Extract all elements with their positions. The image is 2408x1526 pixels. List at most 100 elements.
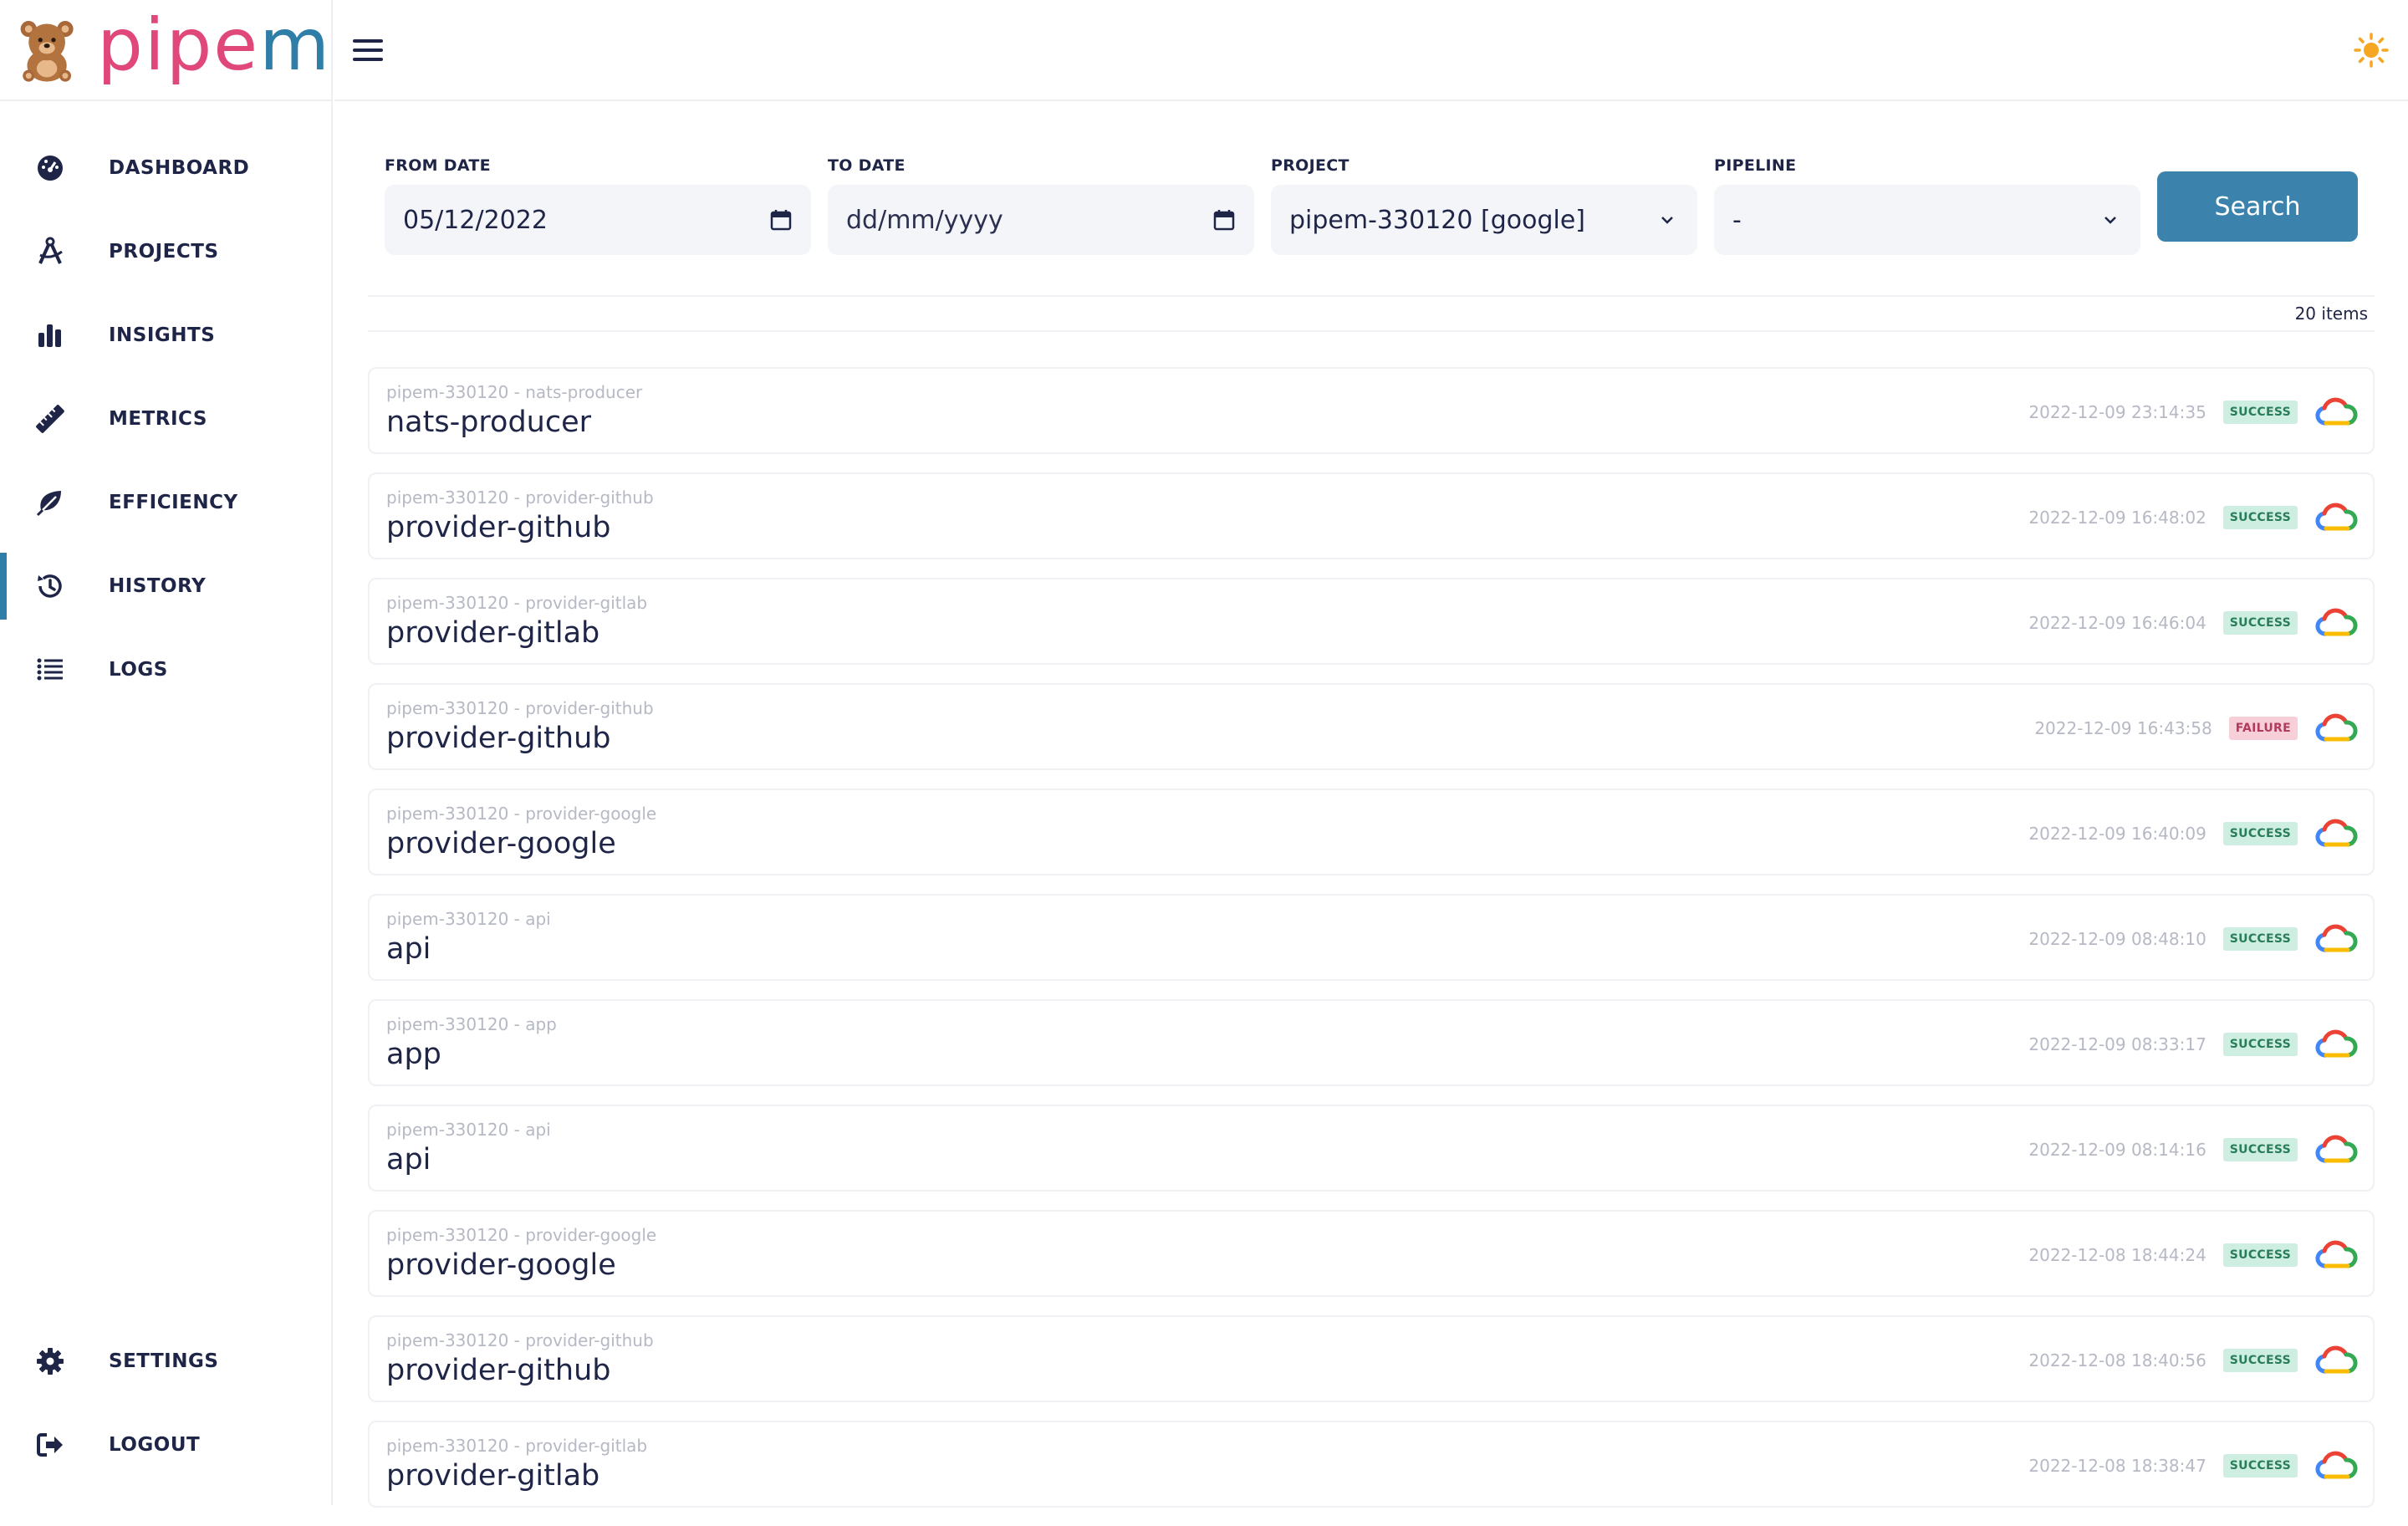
google-cloud-icon xyxy=(2314,712,2358,745)
sidebar-item-label: SETTINGS xyxy=(109,1350,218,1372)
sidebar-item-dashboard[interactable]: DASHBOARD xyxy=(0,126,331,210)
sidebar-item-metrics[interactable]: METRICS xyxy=(0,377,331,461)
sidebar-item-logs[interactable]: LOGS xyxy=(0,628,331,712)
google-cloud-icon xyxy=(2314,396,2358,429)
sidebar-item-projects[interactable]: PROJECTS xyxy=(0,210,331,293)
run-timestamp: 2022-12-09 23:14:35 xyxy=(2028,402,2206,422)
pipeline-run-row[interactable]: pipem-330120 - provider-github provider-… xyxy=(368,1315,2375,1402)
chevron-down-icon xyxy=(1656,208,1679,232)
run-meta: 2022-12-09 16:40:09 SUCCESS xyxy=(2028,814,2358,854)
project-select[interactable]: pipem-330120 [google] xyxy=(1271,185,1697,255)
pipeline-run-list: pipem-330120 - nats-producer nats-produc… xyxy=(368,367,2375,1526)
run-title: provider-gitlab xyxy=(386,1459,599,1493)
run-subtitle: pipem-330120 - provider-github xyxy=(386,1330,654,1350)
sun-icon[interactable] xyxy=(2353,32,2390,69)
sidebar-item-settings[interactable]: SETTINGS xyxy=(0,1319,331,1403)
run-meta: 2022-12-09 16:48:02 SUCCESS xyxy=(2028,498,2358,538)
google-cloud-icon xyxy=(2314,1028,2358,1061)
calendar-icon[interactable] xyxy=(1212,208,1236,232)
run-meta: 2022-12-08 18:38:47 SUCCESS xyxy=(2028,1446,2358,1486)
run-subtitle: pipem-330120 - api xyxy=(386,909,551,929)
gear-icon xyxy=(33,1345,67,1378)
run-timestamp: 2022-12-08 18:44:24 xyxy=(2028,1245,2206,1265)
from-date-input[interactable]: 05/12/2022 xyxy=(385,185,811,255)
calendar-icon[interactable] xyxy=(769,208,793,232)
hamburger-menu-icon[interactable] xyxy=(351,33,385,67)
sidebar-item-logout[interactable]: LOGOUT xyxy=(0,1403,331,1487)
pipeline-run-row[interactable]: pipem-330120 - api api 2022-12-09 08:48:… xyxy=(368,894,2375,981)
search-button[interactable]: Search xyxy=(2157,171,2358,242)
google-cloud-icon xyxy=(2314,922,2358,956)
run-title: app xyxy=(386,1038,441,1071)
status-badge: SUCCESS xyxy=(2223,927,2298,951)
google-cloud-icon xyxy=(2314,606,2358,640)
bear-logo-icon xyxy=(18,14,75,86)
run-timestamp: 2022-12-09 08:48:10 xyxy=(2028,929,2206,949)
run-subtitle: pipem-330120 - provider-github xyxy=(386,698,654,718)
run-timestamp: 2022-12-09 16:48:02 xyxy=(2028,508,2206,528)
sidebar-item-insights[interactable]: INSIGHTS xyxy=(0,293,331,377)
sidebar-item-label: EFFICIENCY xyxy=(109,492,238,513)
from-date-label: FROM DATE xyxy=(385,156,811,175)
pipeline-value: - xyxy=(1732,206,1742,235)
pipeline-run-row[interactable]: pipem-330120 - nats-producer nats-produc… xyxy=(368,367,2375,454)
pipeline-select[interactable]: - xyxy=(1714,185,2140,255)
run-subtitle: pipem-330120 - provider-google xyxy=(386,804,656,824)
result-count-bar: 20 items xyxy=(368,295,2375,332)
sidebar-nav: DASHBOARD PROJECTS INSIGHTS METRICS EFFI… xyxy=(0,101,331,712)
filter-panel: FROM DATE 05/12/2022 TO DATE dd/mm/yyyy … xyxy=(368,133,2375,263)
chevron-down-icon xyxy=(2099,208,2122,232)
sidebar-item-history[interactable]: HISTORY xyxy=(0,544,331,628)
run-subtitle: pipem-330120 - app xyxy=(386,1014,557,1034)
pipeline-run-row[interactable]: pipem-330120 - api api 2022-12-09 08:14:… xyxy=(368,1105,2375,1192)
to-date-input[interactable]: dd/mm/yyyy xyxy=(828,185,1254,255)
google-cloud-icon xyxy=(2314,1344,2358,1377)
status-badge: SUCCESS xyxy=(2223,1033,2298,1056)
top-bar xyxy=(334,0,2408,101)
run-meta: 2022-12-09 08:33:17 SUCCESS xyxy=(2028,1024,2358,1064)
project-value: pipem-330120 [google] xyxy=(1289,206,1585,235)
logout-icon xyxy=(33,1428,67,1462)
compass-icon xyxy=(33,235,67,268)
pipeline-run-row[interactable]: pipem-330120 - provider-google provider-… xyxy=(368,1210,2375,1297)
run-subtitle: pipem-330120 - provider-gitlab xyxy=(386,593,647,613)
sidebar-item-label: PROJECTS xyxy=(109,241,219,263)
run-timestamp: 2022-12-09 08:33:17 xyxy=(2028,1034,2206,1054)
brand-name: pipem xyxy=(97,9,331,81)
from-date-value: 05/12/2022 xyxy=(403,206,548,235)
status-badge: SUCCESS xyxy=(2223,1138,2298,1161)
run-meta: 2022-12-09 23:14:35 SUCCESS xyxy=(2028,392,2358,432)
run-timestamp: 2022-12-09 08:14:16 xyxy=(2028,1140,2206,1160)
run-subtitle: pipem-330120 - provider-github xyxy=(386,487,654,508)
run-timestamp: 2022-12-09 16:43:58 xyxy=(2034,718,2212,738)
run-timestamp: 2022-12-09 16:46:04 xyxy=(2028,613,2206,633)
run-title: provider-google xyxy=(386,827,616,860)
sidebar-item-efficiency[interactable]: EFFICIENCY xyxy=(0,461,331,544)
sidebar-item-label: METRICS xyxy=(109,408,207,430)
pipeline-run-row[interactable]: pipem-330120 - app app 2022-12-09 08:33:… xyxy=(368,999,2375,1086)
run-timestamp: 2022-12-08 18:38:47 xyxy=(2028,1456,2206,1476)
project-label: PROJECT xyxy=(1271,156,1697,175)
run-subtitle: pipem-330120 - provider-google xyxy=(386,1225,656,1245)
sidebar-item-label: LOGS xyxy=(109,659,168,681)
google-cloud-icon xyxy=(2314,1238,2358,1272)
run-timestamp: 2022-12-08 18:40:56 xyxy=(2028,1350,2206,1370)
run-title: provider-gitlab xyxy=(386,616,599,650)
google-cloud-icon xyxy=(2314,501,2358,534)
sidebar-item-label: DASHBOARD xyxy=(109,157,249,179)
pipeline-run-row[interactable]: pipem-330120 - provider-gitlab provider-… xyxy=(368,1421,2375,1508)
pipeline-run-row[interactable]: pipem-330120 - provider-github provider-… xyxy=(368,683,2375,770)
pipeline-run-row[interactable]: pipem-330120 - provider-github provider-… xyxy=(368,472,2375,559)
status-badge: SUCCESS xyxy=(2223,1349,2298,1372)
to-date-label: TO DATE xyxy=(828,156,1254,175)
google-cloud-icon xyxy=(2314,1133,2358,1166)
project-filter: PROJECT pipem-330120 [google] xyxy=(1271,156,1697,255)
run-title: nats-producer xyxy=(386,406,591,439)
pipeline-run-row[interactable]: pipem-330120 - provider-gitlab provider-… xyxy=(368,578,2375,665)
from-date-filter: FROM DATE 05/12/2022 xyxy=(385,156,811,255)
pipeline-run-row[interactable]: pipem-330120 - provider-google provider-… xyxy=(368,789,2375,875)
status-badge: SUCCESS xyxy=(2223,822,2298,845)
status-badge: SUCCESS xyxy=(2223,401,2298,424)
brand[interactable]: pipem xyxy=(0,0,331,101)
result-count: 20 items xyxy=(2295,304,2375,324)
